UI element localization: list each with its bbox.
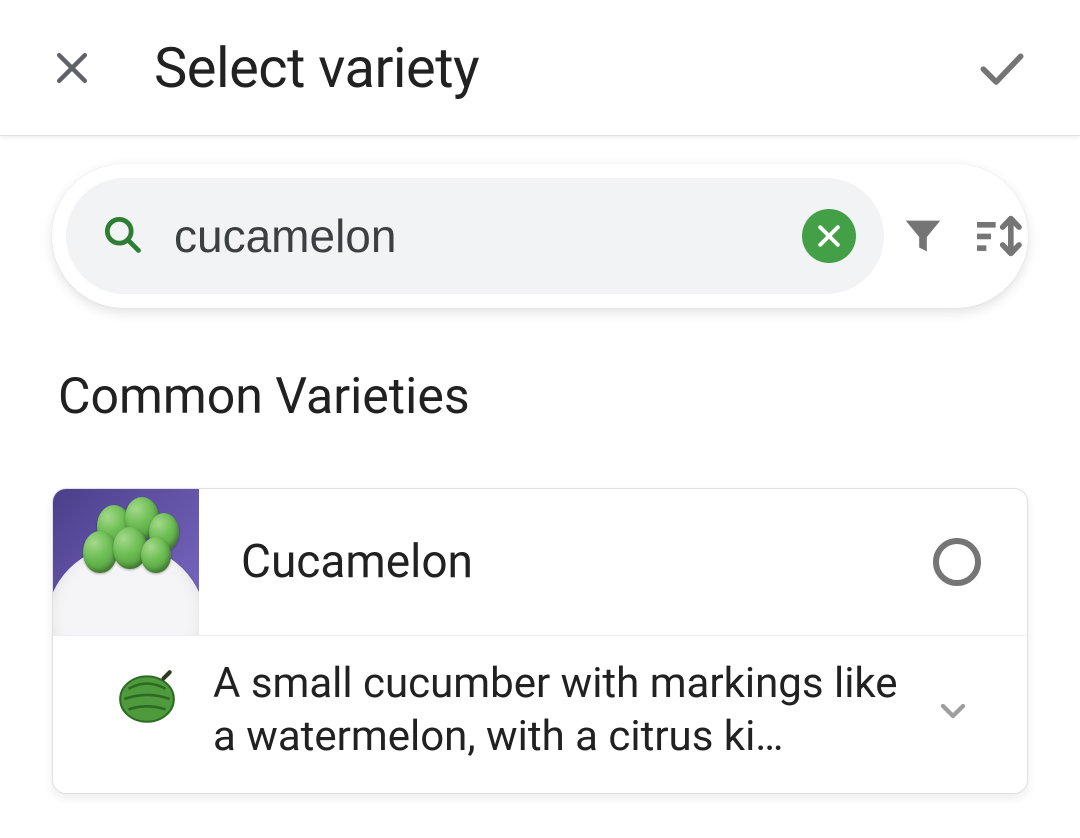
- melon-emoji: [81, 658, 213, 730]
- variety-description: A small cucumber with markings like a wa…: [213, 658, 925, 763]
- clear-icon: [814, 221, 844, 251]
- filter-button[interactable]: [892, 205, 954, 267]
- close-icon: [50, 46, 94, 90]
- variety-description-row: A small cucumber with markings like a wa…: [53, 636, 1027, 793]
- search-icon: [100, 212, 144, 260]
- close-button[interactable]: [42, 38, 102, 98]
- search-pill: [66, 178, 884, 294]
- clear-search-button[interactable]: [802, 209, 856, 263]
- search-input[interactable]: [174, 209, 772, 263]
- filter-icon: [900, 213, 946, 259]
- variety-thumbnail: [53, 489, 199, 635]
- select-radio[interactable]: [933, 538, 981, 586]
- search-bar: [52, 164, 1028, 308]
- variety-row[interactable]: Cucamelon: [53, 489, 1027, 636]
- sort-button[interactable]: [962, 200, 1034, 272]
- confirm-button[interactable]: [966, 32, 1038, 104]
- page-title: Select variety: [154, 35, 479, 101]
- variety-name: Cucamelon: [241, 535, 933, 589]
- header: Select variety: [0, 0, 1080, 136]
- sort-icon: [970, 208, 1026, 264]
- variety-card: Cucamelon A small cucumber with markings…: [52, 488, 1028, 794]
- check-icon: [974, 40, 1030, 96]
- expand-button[interactable]: [925, 683, 981, 739]
- section-title: Common Varieties: [58, 368, 1080, 426]
- chevron-down-icon: [933, 691, 973, 731]
